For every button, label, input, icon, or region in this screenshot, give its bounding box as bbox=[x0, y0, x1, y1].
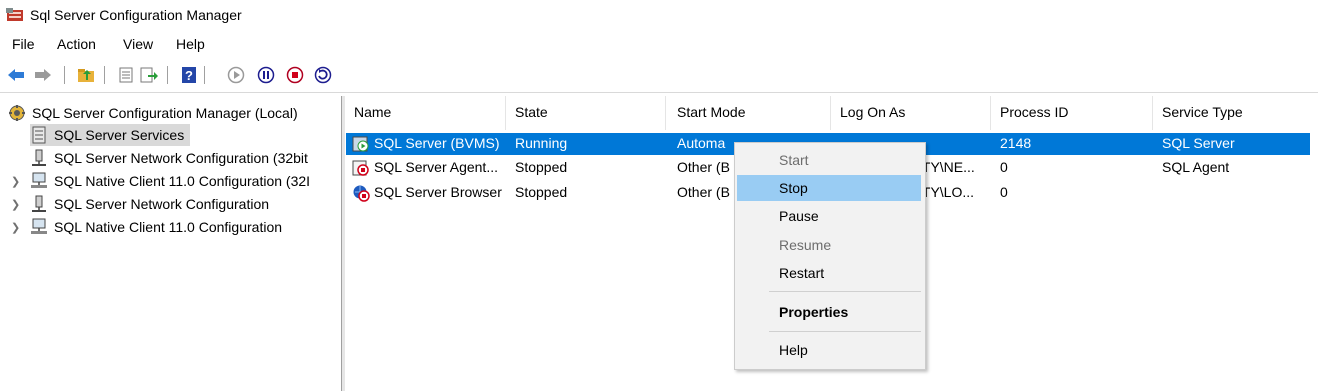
context-menu-stop[interactable]: Stop bbox=[737, 175, 921, 201]
title-bar: Sql Server Configuration Manager bbox=[0, 0, 1318, 30]
toolbar: ? bbox=[0, 64, 1318, 88]
column-divider[interactable] bbox=[505, 96, 506, 130]
tree-item-native-client-32bit[interactable]: SQL Native Client 11.0 Configuration (32… bbox=[30, 170, 310, 192]
tree-item-label: SQL Native Client 11.0 Configuration bbox=[54, 219, 283, 235]
chevron-right-icon[interactable]: ❯ bbox=[11, 175, 20, 188]
context-menu-label: Stop bbox=[779, 180, 808, 196]
column-divider[interactable] bbox=[665, 96, 666, 130]
cell-start-mode: Automa bbox=[677, 135, 726, 151]
context-menu-label: Resume bbox=[779, 237, 832, 253]
export-list-icon[interactable] bbox=[139, 65, 159, 85]
column-header-start-mode[interactable]: Start Mode bbox=[677, 104, 745, 120]
server-manager-icon bbox=[6, 8, 23, 21]
context-menu-label: Restart bbox=[779, 265, 825, 281]
cell-process-id: 2148 bbox=[1000, 135, 1032, 151]
cell-service-type: SQL Server bbox=[1162, 135, 1235, 151]
cell-name: SQL Server (BVMS) bbox=[374, 135, 500, 151]
context-menu-separator bbox=[769, 291, 921, 292]
tree-item-network-configuration-32bit[interactable]: SQL Server Network Configuration (32bit bbox=[30, 147, 308, 169]
context-menu-properties[interactable]: Properties bbox=[737, 299, 921, 325]
menu-file[interactable]: File bbox=[12, 36, 35, 52]
network-configuration-icon bbox=[30, 195, 48, 213]
tree-item-label: SQL Server Network Configuration bbox=[54, 196, 270, 212]
cell-process-id: 0 bbox=[1000, 159, 1008, 175]
menu-bar: File Action View Help bbox=[0, 34, 1318, 56]
context-menu-label: Properties bbox=[779, 304, 849, 320]
context-menu-label: Pause bbox=[779, 208, 819, 224]
native-client-icon bbox=[30, 172, 48, 190]
forward-icon[interactable] bbox=[33, 65, 53, 85]
tree-item-native-client[interactable]: SQL Native Client 11.0 Configuration bbox=[30, 216, 282, 238]
column-divider[interactable] bbox=[990, 96, 991, 130]
cell-state: Stopped bbox=[515, 159, 568, 175]
context-menu: Start Stop Pause Resume Restart Properti… bbox=[734, 142, 926, 370]
cell-log-on-as: ITY\NE... bbox=[918, 159, 975, 175]
menu-help[interactable]: Help bbox=[176, 36, 205, 52]
cell-start-mode: Other (B bbox=[677, 184, 730, 200]
start-service-icon[interactable] bbox=[226, 65, 246, 85]
menu-action[interactable]: Action bbox=[57, 36, 96, 52]
tree-item-label: SQL Server Services bbox=[54, 127, 185, 143]
svg-text:?: ? bbox=[185, 68, 193, 83]
up-folder-icon[interactable] bbox=[76, 65, 96, 85]
chevron-right-icon[interactable]: ❯ bbox=[11, 221, 20, 234]
tree-item-network-configuration[interactable]: SQL Server Network Configuration bbox=[30, 193, 269, 215]
context-menu-help[interactable]: Help bbox=[737, 337, 921, 363]
stop-service-icon[interactable] bbox=[285, 65, 305, 85]
context-menu-start[interactable]: Start bbox=[737, 147, 921, 173]
column-divider[interactable] bbox=[830, 96, 831, 130]
column-header-service-type[interactable]: Service Type bbox=[1162, 104, 1243, 120]
restart-service-icon[interactable] bbox=[313, 65, 333, 85]
column-divider[interactable] bbox=[1152, 96, 1153, 130]
context-menu-pause[interactable]: Pause bbox=[737, 203, 921, 229]
cell-process-id: 0 bbox=[1000, 184, 1008, 200]
services-icon bbox=[30, 126, 48, 144]
column-header-state[interactable]: State bbox=[515, 104, 548, 120]
cell-start-mode: Other (B bbox=[677, 159, 730, 175]
help-icon[interactable]: ? bbox=[179, 65, 199, 85]
column-header-process-id[interactable]: Process ID bbox=[1000, 104, 1068, 120]
pane-splitter[interactable] bbox=[341, 96, 345, 391]
cell-log-on-as: ITY\LO... bbox=[918, 184, 975, 200]
configuration-manager-icon bbox=[8, 104, 26, 122]
context-menu-label: Help bbox=[779, 342, 808, 358]
tree-root-label: SQL Server Configuration Manager (Local) bbox=[32, 105, 298, 121]
cell-state: Running bbox=[515, 135, 568, 151]
service-running-icon bbox=[352, 136, 369, 152]
pause-service-icon[interactable] bbox=[256, 65, 276, 85]
cell-name: SQL Server Browser bbox=[374, 184, 502, 200]
column-header-log-on-as[interactable]: Log On As bbox=[840, 104, 905, 120]
context-menu-resume[interactable]: Resume bbox=[737, 232, 921, 258]
toolbar-separator bbox=[204, 66, 205, 84]
back-icon[interactable] bbox=[6, 65, 26, 85]
toolbar-divider bbox=[0, 92, 1318, 93]
context-menu-restart[interactable]: Restart bbox=[737, 260, 921, 286]
context-menu-label: Start bbox=[779, 152, 809, 168]
tree-root[interactable]: SQL Server Configuration Manager (Local) bbox=[8, 102, 298, 124]
properties-sheet-icon[interactable] bbox=[116, 65, 136, 85]
navigation-tree: SQL Server Configuration Manager (Local)… bbox=[0, 96, 341, 391]
chevron-right-icon[interactable]: ❯ bbox=[11, 198, 20, 211]
cell-service-type: SQL Agent bbox=[1162, 159, 1230, 175]
browser-service-stopped-icon bbox=[353, 185, 370, 202]
menu-view[interactable]: View bbox=[123, 36, 153, 52]
network-configuration-icon bbox=[30, 149, 48, 167]
tree-item-label: SQL Native Client 11.0 Configuration (32… bbox=[54, 173, 311, 189]
column-header-name[interactable]: Name bbox=[354, 104, 391, 120]
tree-item-label: SQL Server Network Configuration (32bit bbox=[54, 150, 308, 166]
toolbar-separator bbox=[104, 66, 105, 84]
native-client-icon bbox=[30, 218, 48, 236]
toolbar-separator bbox=[64, 66, 65, 84]
service-stopped-icon bbox=[352, 160, 369, 176]
toolbar-separator bbox=[167, 66, 168, 84]
cell-name: SQL Server Agent... bbox=[374, 159, 498, 175]
context-menu-separator bbox=[769, 331, 921, 332]
tree-item-sql-server-services[interactable]: SQL Server Services bbox=[30, 124, 191, 146]
window-title: Sql Server Configuration Manager bbox=[30, 7, 242, 23]
cell-state: Stopped bbox=[515, 184, 568, 200]
